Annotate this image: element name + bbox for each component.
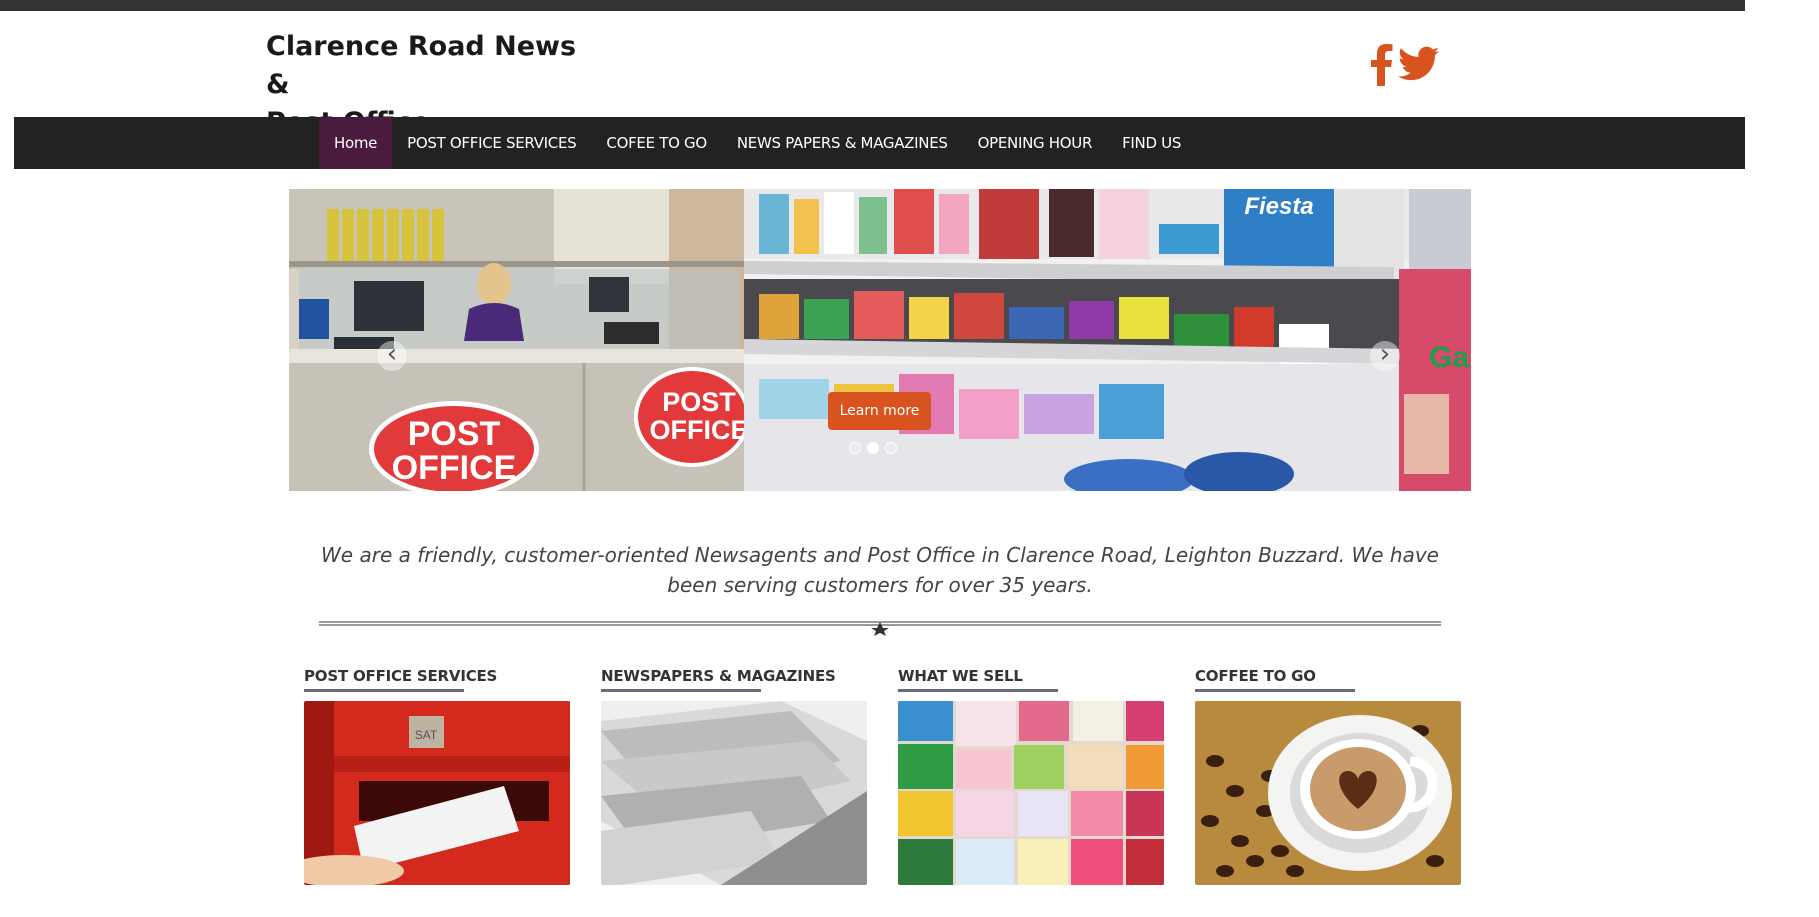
- feature-title[interactable]: POST OFFICE SERVICES: [304, 665, 570, 687]
- feature-underline: [898, 689, 1058, 692]
- svg-text:POST: POST: [662, 387, 736, 417]
- twitter-icon[interactable]: [1398, 46, 1440, 87]
- nav-item-opening-hour[interactable]: OPENING HOUR: [963, 117, 1107, 169]
- learn-more-button[interactable]: Learn more: [828, 392, 931, 430]
- slider-dot-1[interactable]: [849, 442, 861, 454]
- svg-text:Fiesta: Fiesta: [1244, 193, 1313, 220]
- hero-slider[interactable]: POST OFFICE POST OFFICE Fiesta Ga ‹ › Le…: [289, 189, 1471, 491]
- svg-text:POST: POST: [408, 415, 501, 453]
- feature-underline: [1195, 689, 1355, 692]
- slider-prev-arrow[interactable]: ‹: [377, 341, 407, 371]
- top-strip: [0, 0, 1745, 11]
- slider-dot-2[interactable]: [867, 442, 879, 454]
- nav-item-cofee-to-go[interactable]: COFEE TO GO: [591, 117, 722, 169]
- section-divider: [319, 621, 1441, 636]
- svg-text:OFFICE: OFFICE: [392, 449, 517, 487]
- svg-text:SAT: SAT: [415, 728, 438, 742]
- coffee-image[interactable]: [1195, 701, 1461, 885]
- main-navigation: Home POST OFFICE SERVICES COFEE TO GO NE…: [14, 117, 1745, 169]
- site-title-line-1[interactable]: Clarence Road News &: [266, 28, 606, 104]
- feature-title[interactable]: COFFEE TO GO: [1195, 665, 1461, 687]
- feature-underline: [601, 689, 761, 692]
- nav-menu: Home POST OFFICE SERVICES COFEE TO GO NE…: [319, 117, 1196, 169]
- nav-item-post-office-services[interactable]: POST OFFICE SERVICES: [392, 117, 591, 169]
- feature-title[interactable]: WHAT WE SELL: [898, 665, 1164, 687]
- greeting-cards-image[interactable]: [898, 701, 1164, 885]
- site-header: Clarence Road News & Post Office: [0, 11, 1745, 138]
- svg-text:Ga: Ga: [1429, 341, 1469, 374]
- nav-item-find-us[interactable]: FIND US: [1107, 117, 1196, 169]
- feature-coffee-to-go: COFFEE TO GO: [1195, 665, 1461, 885]
- feature-post-office-services: POST OFFICE SERVICES SAT: [304, 665, 570, 885]
- feature-underline: [304, 689, 464, 692]
- slider-dot-3[interactable]: [885, 442, 897, 454]
- postbox-image[interactable]: SAT: [304, 701, 570, 885]
- social-links: [1368, 41, 1440, 91]
- facebook-icon[interactable]: [1368, 42, 1394, 91]
- nav-item-home[interactable]: Home: [319, 117, 393, 169]
- nav-item-news-papers-magazines[interactable]: NEWS PAPERS & MAGAZINES: [722, 117, 963, 169]
- feature-what-we-sell: WHAT WE SELL: [898, 665, 1164, 885]
- slider-next-arrow[interactable]: ›: [1370, 341, 1400, 371]
- feature-newspapers-magazines: NEWSPAPERS & MAGAZINES: [601, 665, 867, 885]
- newspapers-image[interactable]: [601, 701, 867, 885]
- slider-pagination: [849, 442, 897, 454]
- intro-text: We are a friendly, customer-oriented New…: [321, 543, 1439, 597]
- svg-text:OFFICE: OFFICE: [650, 415, 749, 445]
- feature-title[interactable]: NEWSPAPERS & MAGAZINES: [601, 665, 867, 687]
